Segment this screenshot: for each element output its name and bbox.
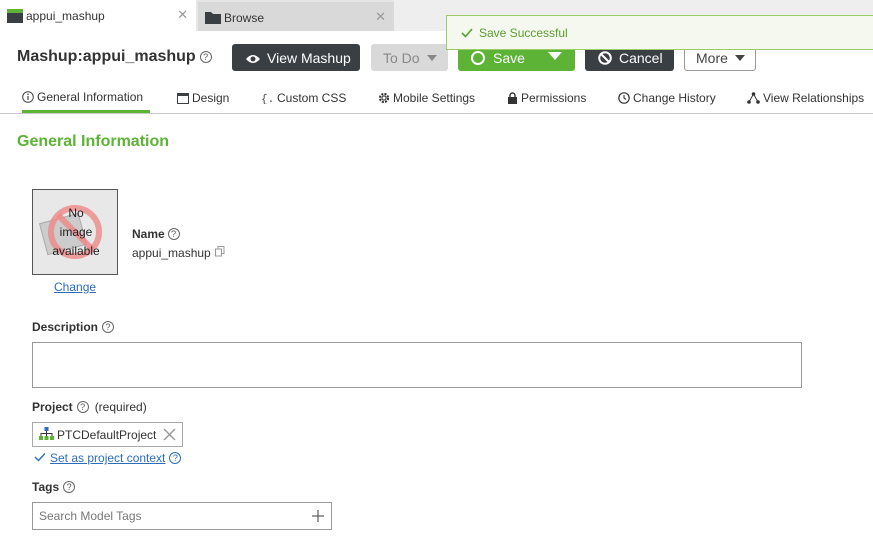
close-icon[interactable]: ✕	[177, 7, 188, 23]
help-icon[interactable]: ?	[102, 321, 115, 333]
no-image-line: No	[68, 206, 84, 220]
circle-icon	[471, 50, 485, 65]
cancel-icon	[598, 50, 612, 65]
tab-label: appui_mashup	[26, 8, 105, 23]
tab-custom-css[interactable]: {.} Custom CSS	[261, 83, 346, 113]
tab-permissions[interactable]: Permissions	[507, 83, 586, 113]
css-icon: {.}	[261, 94, 274, 104]
section-title: General Information	[17, 133, 170, 150]
change-image-link[interactable]: Change	[54, 280, 96, 294]
toast-message: Save Successful	[479, 25, 568, 40]
name-value-text: appui_mashup	[132, 246, 211, 260]
view-mashup-button[interactable]: View Mashup	[232, 44, 360, 71]
check-icon	[34, 451, 46, 465]
lock-icon	[508, 92, 517, 104]
design-icon	[177, 92, 189, 104]
eye-icon	[245, 52, 261, 64]
mashup-image: No image available	[32, 189, 118, 275]
page-title: Mashup:appui_mashup ?	[17, 48, 212, 66]
clock-icon	[618, 92, 630, 104]
todo-label: To Do	[383, 49, 420, 66]
view-mashup-label: View Mashup	[267, 49, 351, 66]
relationships-icon	[747, 92, 760, 104]
tab-label: Change History	[633, 91, 716, 105]
save-success-toast: Save Successful	[446, 15, 873, 50]
tab-label: View Relationships	[763, 91, 865, 105]
mashup-icon	[7, 8, 23, 23]
plus-icon[interactable]	[311, 509, 325, 526]
tab-label: Mobile Settings	[393, 91, 476, 105]
check-icon	[461, 27, 473, 39]
tab-label: General Information	[37, 89, 144, 104]
project-tree-icon	[39, 426, 54, 443]
help-icon[interactable]: ?	[199, 51, 212, 63]
tags-search-input[interactable]	[39, 503, 299, 529]
tab-general-information[interactable]: General Information	[22, 83, 150, 113]
gear-icon	[378, 92, 390, 104]
cancel-label: Cancel	[619, 49, 663, 66]
tab-change-history[interactable]: Change History	[618, 83, 716, 113]
remove-project-icon[interactable]	[163, 428, 176, 444]
tab-mobile-settings[interactable]: Mobile Settings	[378, 83, 475, 113]
project-chip[interactable]: PTCDefaultProject	[32, 422, 183, 447]
tab-design[interactable]: Design	[177, 83, 229, 113]
tags-label: Tags ?	[32, 480, 76, 494]
name-label-text: Name	[132, 227, 165, 241]
help-icon[interactable]: ?	[167, 228, 180, 240]
more-label: More	[696, 49, 728, 66]
info-icon	[22, 90, 34, 103]
caret-down-icon	[734, 54, 745, 61]
name-value: appui_mashup	[132, 246, 225, 260]
set-project-context[interactable]: Set as project context ?	[34, 451, 182, 465]
project-label-text: Project	[32, 400, 73, 414]
tab-view-relationships[interactable]: View Relationships	[747, 83, 864, 113]
tab-appui-mashup[interactable]: appui_mashup ✕	[0, 0, 196, 31]
todo-button[interactable]: To Do	[371, 44, 448, 71]
help-icon[interactable]: ?	[63, 481, 76, 493]
close-icon[interactable]: ✕	[375, 9, 386, 25]
page-title-text: Mashup:appui_mashup	[17, 48, 196, 65]
help-icon[interactable]: ?	[169, 452, 182, 464]
set-project-context-link[interactable]: Set as project context	[50, 451, 165, 465]
description-label-text: Description	[32, 320, 99, 334]
tab-browse[interactable]: Browse ✕	[198, 2, 394, 31]
sub-navigation: General Information Design {.} Custom CS…	[0, 83, 873, 114]
no-image-line: image	[59, 225, 93, 239]
tab-label: Permissions	[521, 91, 587, 105]
folder-icon	[205, 10, 221, 24]
copy-icon[interactable]	[214, 246, 225, 260]
tab-label: Browse	[224, 10, 265, 25]
project-value: PTCDefaultProject	[57, 427, 157, 442]
caret-down-icon	[426, 54, 437, 61]
tags-field[interactable]	[32, 502, 332, 530]
name-label: Name ?	[132, 227, 180, 241]
required-text: (required)	[94, 400, 147, 414]
project-label: Project ? (required)	[32, 400, 147, 414]
no-image-text: No image available	[33, 204, 117, 261]
tags-label-text: Tags	[32, 480, 60, 494]
no-image-line: available	[52, 244, 100, 258]
tab-label: Design	[192, 91, 230, 105]
save-label: Save	[493, 49, 525, 66]
help-icon[interactable]: ?	[76, 401, 89, 413]
save-dropdown-icon[interactable]	[548, 52, 562, 60]
tab-label: Custom CSS	[277, 91, 347, 105]
description-field[interactable]	[32, 342, 802, 388]
description-label: Description ?	[32, 320, 115, 334]
svg-text:{.}: {.}	[261, 94, 274, 104]
